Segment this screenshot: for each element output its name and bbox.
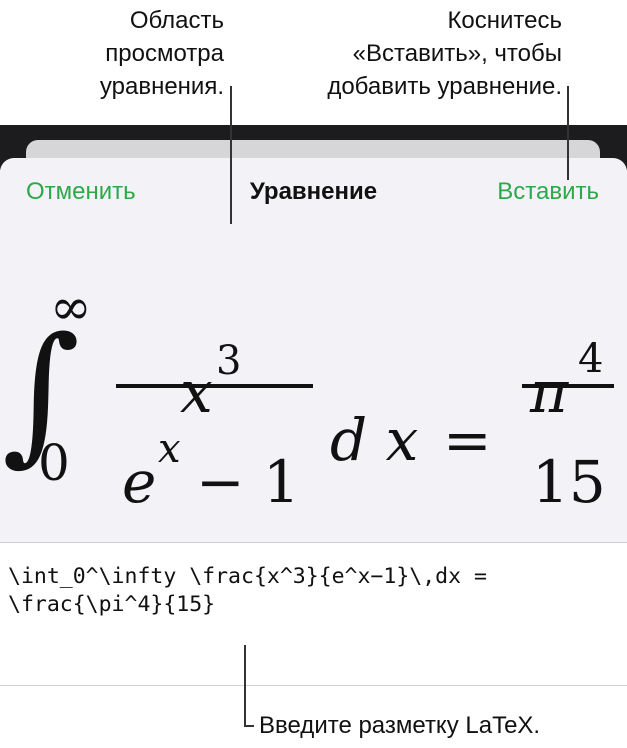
rhs-numerator-exponent: 4 bbox=[578, 336, 603, 382]
latex-line: \frac{\pi^4}{15} bbox=[8, 592, 216, 617]
integral-lower-limit: 0 bbox=[38, 434, 70, 492]
denominator-base: e bbox=[122, 448, 156, 516]
callout-line: «Вставить», чтобы bbox=[352, 40, 562, 67]
callout-line: Коснитесь bbox=[447, 7, 562, 34]
callout-line: просмотра bbox=[105, 40, 224, 67]
leader-line bbox=[244, 725, 254, 727]
latex-input[interactable]: \int_0^\infty \frac{x^3}{e^x−1}\,dx = \f… bbox=[0, 542, 627, 685]
equation-preview-area: ∫ ∞ 0 x 3 e x − 1 d x = π 4 15 bbox=[0, 228, 627, 542]
equals-sign: = bbox=[443, 406, 492, 474]
callout-line: уравнения. bbox=[99, 73, 224, 100]
equation-preview: ∫ ∞ 0 x 3 e x − 1 d x = π 4 15 bbox=[2, 278, 614, 516]
rhs-fraction-bar bbox=[522, 384, 614, 388]
callout-preview-area: Область просмотра уравнения. bbox=[40, 4, 224, 103]
callout-line: добавить уравнение. bbox=[327, 73, 562, 100]
numerator-exponent: 3 bbox=[216, 338, 241, 384]
integral-upper-limit: ∞ bbox=[50, 278, 92, 336]
divider bbox=[0, 685, 627, 686]
leader-line bbox=[567, 86, 569, 180]
denominator-exponent: x bbox=[158, 426, 181, 472]
callout-insert-hint: Коснитесь «Вставить», чтобы добавить ура… bbox=[250, 4, 562, 103]
callout-line: Область bbox=[129, 7, 224, 34]
denominator-rest: − 1 bbox=[196, 448, 300, 516]
numerator-base: x bbox=[180, 358, 213, 426]
differential: d x bbox=[330, 406, 418, 474]
latex-line: \int_0^\infty \frac{x^3}{e^x−1}\,dx = bbox=[8, 564, 487, 589]
leader-line bbox=[230, 86, 232, 224]
rhs-numerator-base: π bbox=[529, 358, 569, 426]
equation-sheet: Отменить Уравнение Вставить ∫ ∞ 0 x 3 e … bbox=[0, 158, 627, 685]
leader-line bbox=[244, 645, 246, 727]
rhs-denominator: 15 bbox=[532, 448, 606, 516]
callout-latex-hint: Введите разметку LaTeX. bbox=[259, 712, 541, 739]
fraction-bar bbox=[116, 384, 313, 388]
sheet-nav-bar: Отменить Уравнение Вставить bbox=[0, 158, 627, 228]
insert-button[interactable]: Вставить bbox=[497, 178, 599, 206]
